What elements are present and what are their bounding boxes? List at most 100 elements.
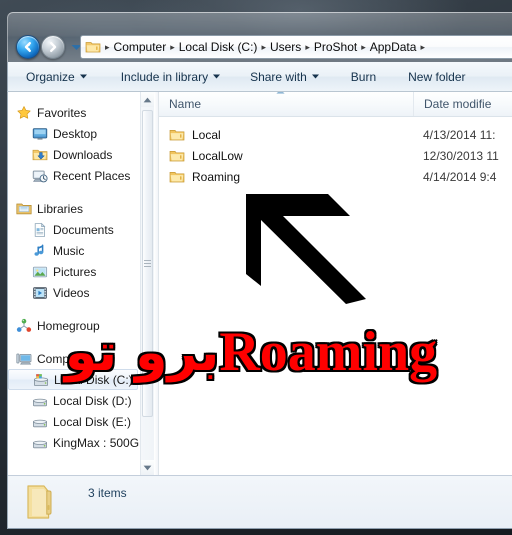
libraries-icon — [16, 203, 32, 214]
sidebar-item-label: Videos — [53, 285, 90, 300]
panes-container: Favorites Desktop Downloads Recent Place… — [8, 92, 512, 475]
sidebar-item-label: Local Disk (C:) — [54, 372, 133, 387]
sidebar-item-local-disk-e[interactable]: Local Disk (E:) — [8, 411, 140, 432]
table-row[interactable]: Roaming 4/14/2014 9:4 — [159, 166, 512, 187]
file-date-modified-cell: 4/13/2014 11: — [423, 127, 496, 142]
sidebar-item-label: Downloads — [53, 147, 113, 162]
share-with-label: Share with — [250, 69, 307, 84]
scrollbar-grip-icon — [144, 258, 151, 269]
file-name-label: Roaming — [192, 169, 241, 184]
breadcrumb-item-appdata[interactable]: AppData — [367, 36, 420, 58]
chevron-down-icon — [79, 74, 87, 79]
sidebar-item-local-disk-c[interactable]: Local Disk (C:) — [8, 369, 138, 390]
system-drive-icon — [34, 373, 48, 386]
organize-label: Organize — [26, 69, 75, 84]
sidebar-item-label: KingMax : 500GB — [53, 435, 148, 450]
sidebar-group-label: Favorites — [37, 105, 87, 120]
sidebar-group-label: Libraries — [37, 201, 84, 216]
breadcrumb-separator[interactable]: ▸ — [419, 36, 426, 58]
navigation-pane: Favorites Desktop Downloads Recent Place… — [8, 92, 154, 475]
sidebar-item-label: Recent Places — [53, 168, 131, 183]
scroll-up-button[interactable] — [141, 92, 154, 107]
status-item-count: 3 items — [88, 486, 127, 500]
sidebar-item-videos[interactable]: Videos — [8, 282, 140, 303]
file-date-modified-cell: 12/30/2013 11 — [423, 148, 499, 163]
sidebar-item-desktop[interactable]: Desktop — [8, 123, 140, 144]
column-header-date-modified[interactable]: Date modifie — [413, 92, 512, 116]
sidebar-group-favorites[interactable]: Favorites — [8, 102, 140, 123]
new-folder-button[interactable]: New folder — [400, 66, 473, 88]
chevron-down-icon — [213, 74, 221, 79]
table-row[interactable]: LocalLow 12/30/2013 11 — [159, 145, 512, 166]
new-folder-label: New folder — [408, 69, 466, 84]
file-name-cell: Roaming — [159, 169, 413, 185]
sidebar-item-kingmax-drive[interactable]: KingMax : 500GB — [8, 432, 147, 453]
sidebar-group-homegroup[interactable]: Homegroup — [8, 315, 140, 336]
table-row[interactable]: Local 4/13/2014 11: — [159, 124, 512, 145]
column-header-row: Name Date modifie — [159, 92, 512, 117]
breadcrumb-item-users[interactable]: Users — [267, 36, 304, 58]
navigation-pane-scrollbar[interactable] — [140, 92, 154, 475]
command-toolbar: Organize Include in library Share with B… — [7, 62, 512, 92]
address-bar[interactable]: ▸ Computer ▸ Local Disk (C:) ▸ Users ▸ P… — [80, 35, 512, 59]
scrollbar-thumb[interactable] — [142, 110, 153, 417]
status-bar: 3 items — [8, 475, 512, 529]
sidebar-item-recent-places[interactable]: Recent Places — [8, 165, 140, 186]
breadcrumb-item-proshot[interactable]: ProShot — [311, 36, 360, 58]
sidebar-item-label: Local Disk (D:) — [53, 393, 132, 408]
sidebar-item-music[interactable]: Music — [8, 240, 140, 261]
sidebar-item-label: Desktop — [53, 126, 98, 141]
sidebar-item-downloads[interactable]: Downloads — [8, 144, 140, 165]
folder-icon — [85, 42, 101, 53]
breadcrumb-item-computer[interactable]: Computer — [111, 36, 170, 58]
sidebar-item-local-disk-d[interactable]: Local Disk (D:) — [8, 390, 140, 411]
videos-library-icon — [33, 286, 47, 299]
file-date-modified-cell: 4/14/2014 9:4 — [423, 169, 497, 184]
sidebar-item-documents[interactable]: Documents — [8, 219, 140, 240]
documents-library-icon — [34, 222, 46, 237]
drive-icon — [33, 440, 47, 448]
forward-button[interactable] — [41, 35, 65, 59]
share-with-button[interactable]: Share with — [242, 66, 327, 88]
back-button[interactable] — [16, 35, 40, 59]
scroll-down-button[interactable] — [141, 460, 154, 475]
breadcrumb-item-local-disk-c[interactable]: Local Disk (C:) — [176, 36, 261, 58]
homegroup-icon — [16, 318, 32, 332]
file-rows: Local 4/13/2014 11: LocalLow 12/30/2013 … — [159, 117, 512, 187]
drive-icon — [33, 419, 47, 427]
downloads-folder-icon — [32, 149, 48, 160]
sidebar-item-label: Local Disk (E:) — [53, 414, 132, 429]
include-in-library-label: Include in library — [120, 69, 209, 84]
recent-places-icon — [32, 170, 48, 182]
navigation-buttons — [16, 35, 82, 59]
organize-button[interactable]: Organize — [18, 66, 95, 88]
file-name-label: Local — [192, 127, 221, 142]
music-library-icon — [34, 243, 44, 256]
star-icon — [17, 105, 31, 119]
sidebar-group-libraries[interactable]: Libraries — [8, 198, 140, 219]
sidebar-group-label: Computer — [37, 351, 90, 366]
burn-label: Burn — [350, 69, 377, 84]
burn-button[interactable]: Burn — [343, 66, 384, 88]
pictures-library-icon — [32, 266, 48, 277]
drive-icon — [33, 398, 47, 406]
file-name-cell: Local — [159, 127, 413, 143]
sidebar-group-label: Homegroup — [37, 318, 100, 333]
navigation-scroll-view: Favorites Desktop Downloads Recent Place… — [8, 92, 147, 475]
large-folder-icon — [27, 485, 52, 519]
computer-icon — [16, 353, 32, 364]
column-header-date-label: Date modifie — [424, 97, 492, 111]
folder-icon — [169, 171, 185, 182]
include-in-library-button[interactable]: Include in library — [113, 66, 228, 88]
column-header-name[interactable]: Name — [159, 92, 413, 116]
file-list-pane: Name Date modifie Local 4/13/2014 11: Lo… — [159, 92, 512, 475]
sort-ascending-icon — [276, 92, 285, 94]
sidebar-item-pictures[interactable]: Pictures — [8, 261, 140, 282]
folder-icon — [169, 129, 185, 140]
sidebar-item-label: Music — [53, 243, 85, 258]
file-name-cell: LocalLow — [159, 148, 413, 164]
sidebar-group-computer[interactable]: Computer — [8, 348, 140, 369]
desktop-icon — [32, 127, 48, 140]
